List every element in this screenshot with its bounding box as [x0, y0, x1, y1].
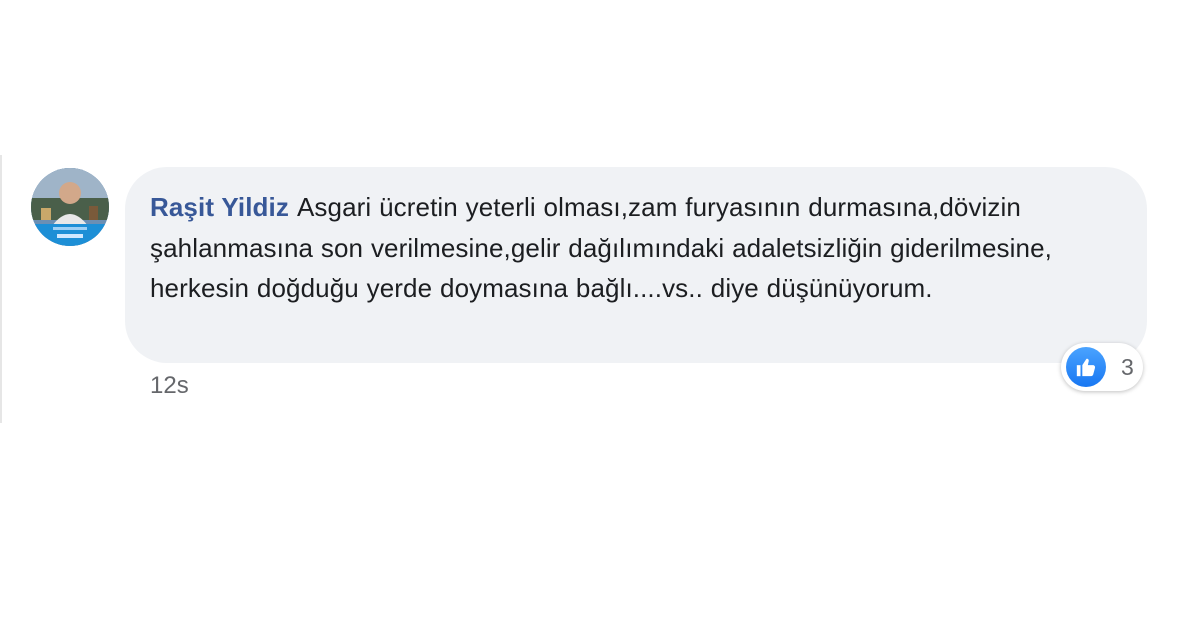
comment-bubble: Raşit Yildiz Asgari ücretin yeterli olmas…: [125, 167, 1147, 363]
reaction-count: 3: [1121, 353, 1134, 380]
like-icon: [1066, 347, 1106, 387]
avatar-image: [31, 168, 109, 246]
thread-divider: [0, 155, 2, 423]
author-name[interactable]: Raşit Yildiz: [150, 192, 289, 222]
avatar[interactable]: [31, 168, 109, 246]
comment-timestamp[interactable]: 12s: [150, 372, 189, 400]
comment-body: Raşit Yildiz Asgari ücretin yeterli olmas…: [150, 187, 1121, 309]
reactions-badge[interactable]: 3: [1061, 343, 1143, 391]
